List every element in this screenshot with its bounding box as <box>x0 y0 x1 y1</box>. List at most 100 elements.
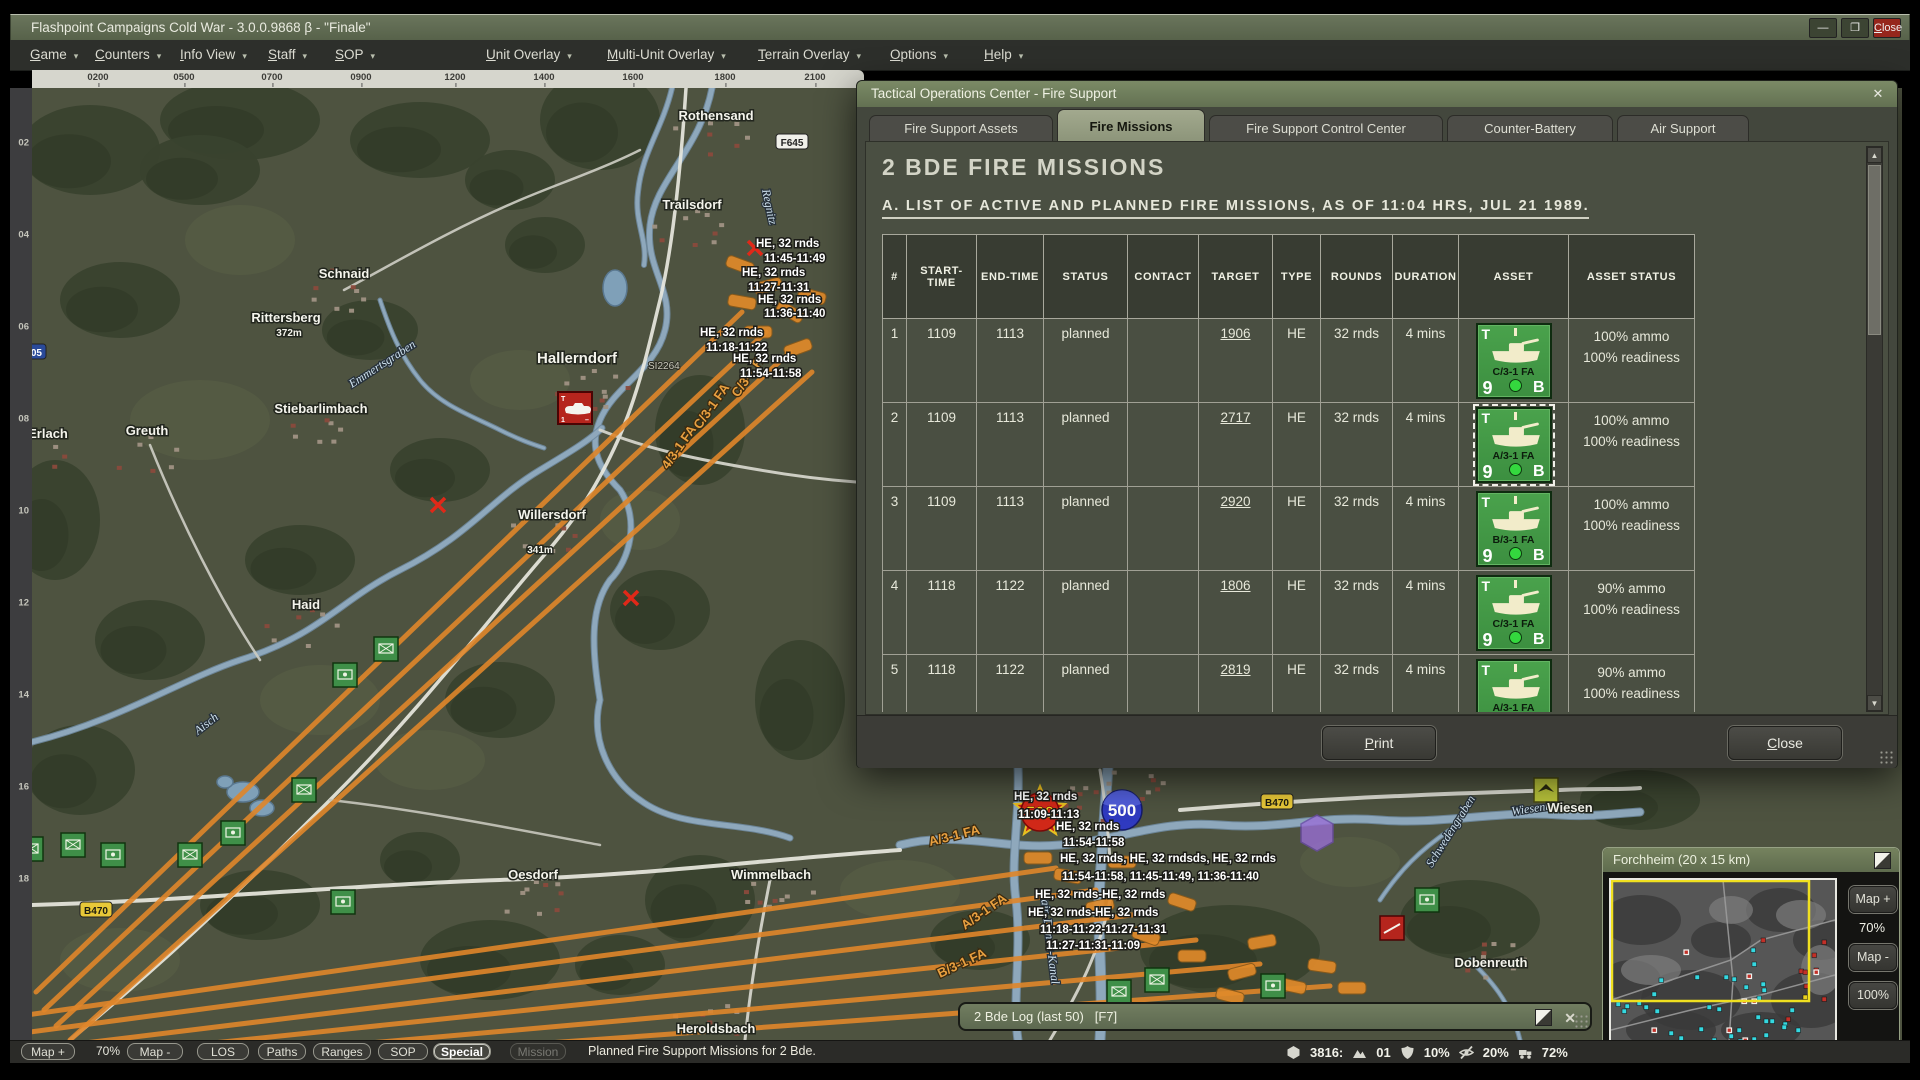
menu-unit-overlay[interactable]: Unit Overlay▾ <box>486 40 572 70</box>
place-label: Erlach <box>32 426 68 441</box>
asset-counter[interactable]: TA/3-1 FA9B <box>1476 407 1552 483</box>
menu-game[interactable]: Game▾ <box>30 40 78 70</box>
asset-counter[interactable]: TB/3-1 FA9B <box>1476 491 1552 567</box>
log-collapse-icon[interactable] <box>1535 1009 1552 1026</box>
asset-counter[interactable]: TC/3-1 FA9B <box>1476 575 1552 651</box>
asset-cell[interactable]: TC/3-1 FA9B <box>1459 571 1569 655</box>
dialog-titlebar[interactable]: Tactical Operations Center - Fire Suppor… <box>857 81 1897 107</box>
buildings <box>708 152 713 156</box>
sb-button-map-+[interactable]: Map + <box>21 1043 75 1060</box>
buildings <box>361 297 366 301</box>
minimize-button[interactable]: — <box>1809 18 1837 38</box>
bde-log-bar[interactable]: 2 Bde Log (last 50) [F7] ✕ <box>958 1002 1592 1031</box>
friendly-unit-counter[interactable] <box>331 890 355 914</box>
menu-terrain-overlay[interactable]: Terrain Overlay▾ <box>758 40 861 70</box>
truck-icon <box>1518 1045 1533 1060</box>
sb-button-sop[interactable]: SOP <box>378 1043 428 1060</box>
friendly-unit-counter[interactable] <box>292 778 316 802</box>
sb-button-special[interactable]: Special <box>433 1043 491 1060</box>
target-link[interactable]: 2717 <box>1220 410 1250 425</box>
minimap-zoom-out-button[interactable]: Map - <box>1849 944 1897 971</box>
road-sign-label: B470 <box>84 906 108 917</box>
mm-unit-dot <box>1622 1009 1627 1014</box>
friendly-unit-counter[interactable] <box>61 833 85 857</box>
tab-counter-battery[interactable]: Counter-Battery <box>1447 115 1613 141</box>
minimap-map[interactable] <box>1609 878 1837 1044</box>
buildings <box>150 469 155 473</box>
friendly-unit-counter[interactable] <box>32 837 43 861</box>
mission-row[interactable]: 311091113planned2920HE32 rnds4 minsTB/3-… <box>883 487 1695 571</box>
buildings <box>524 887 529 891</box>
resize-grip[interactable] <box>1879 750 1893 764</box>
ammo-type: HE <box>1273 655 1321 713</box>
maximize-button[interactable]: ❐ <box>1841 18 1869 38</box>
dialog-close-icon[interactable]: ✕ <box>1869 85 1887 103</box>
friendly-unit-counter[interactable] <box>374 637 398 661</box>
buildings <box>265 624 270 628</box>
close-button[interactable]: Close <box>1873 18 1901 38</box>
friendly-unit-counter[interactable] <box>1145 968 1169 992</box>
minimap-header[interactable]: Forchheim (20 x 15 km) <box>1603 848 1899 872</box>
asset-counter[interactable]: TA/3-1 FA9B <box>1476 659 1552 712</box>
friendly-unit-counter[interactable] <box>1261 974 1285 998</box>
menu-staff[interactable]: Staff▾ <box>268 40 307 70</box>
minimap-zoom-100-button[interactable]: 100% <box>1849 982 1897 1009</box>
friendly-unit-counter[interactable] <box>221 821 245 845</box>
sb-button-los[interactable]: LOS <box>197 1043 249 1060</box>
mission-row[interactable]: 511181122planned2819HE32 rnds4 minsTA/3-… <box>883 655 1695 713</box>
mission-status: planned <box>1044 487 1128 571</box>
mission-row[interactable]: 211091113planned2717HE32 rnds4 minsTA/3-… <box>883 403 1695 487</box>
forest <box>1407 906 1491 954</box>
minimap-zoom-in-button[interactable]: Map + <box>1849 886 1897 913</box>
enemy-unit-counter[interactable] <box>1380 916 1404 940</box>
friendly-unit-counter[interactable] <box>178 843 202 867</box>
target-link[interactable]: 1806 <box>1220 578 1250 593</box>
print-button[interactable]: Print <box>1322 726 1436 760</box>
mission-status: planned <box>1044 571 1128 655</box>
asset-status: 100% ammo100% readiness <box>1569 487 1695 571</box>
asset-cell[interactable]: TA/3-1 FA9B <box>1459 403 1569 487</box>
friendly-unit-counter[interactable] <box>333 663 357 687</box>
friendly-unit-counter[interactable] <box>1415 888 1439 912</box>
asset-cell[interactable]: TA/3-1 FA9B <box>1459 655 1569 713</box>
tab-fire-support-assets[interactable]: Fire Support Assets <box>869 115 1053 141</box>
sb-button-map--[interactable]: Map - <box>127 1043 183 1060</box>
buildings <box>773 899 778 903</box>
target-link[interactable]: 2920 <box>1220 494 1250 509</box>
mission-row[interactable]: 411181122planned1806HE32 rnds4 minsTC/3-… <box>883 571 1695 655</box>
table-scrollbar[interactable]: ▲ ▼ <box>1866 146 1883 712</box>
counter-unit-label: A/3-1 FA <box>1478 450 1550 462</box>
asset-cell[interactable]: TB/3-1 FA9B <box>1459 487 1569 571</box>
target-link[interactable]: 1906 <box>1220 326 1250 341</box>
scroll-down-icon[interactable]: ▼ <box>1867 695 1882 711</box>
menu-options[interactable]: Options▾ <box>890 40 948 70</box>
menu-help[interactable]: Help▾ <box>984 40 1023 70</box>
sb-button-ranges[interactable]: Ranges <box>313 1043 371 1060</box>
close-button[interactable]: Close <box>1728 726 1842 760</box>
tab-fire-missions[interactable]: Fire Missions <box>1057 109 1205 141</box>
place-label: Trailsdorf <box>662 197 722 212</box>
scroll-up-icon[interactable]: ▲ <box>1867 147 1882 163</box>
log-resize-grip[interactable] <box>1574 1014 1588 1028</box>
menu-info-view[interactable]: Info View▾ <box>180 40 247 70</box>
sb-button-paths[interactable]: Paths <box>258 1043 306 1060</box>
fire-annotation: HE, 32 rnds <box>758 294 821 306</box>
menu-multi-unit-overlay[interactable]: Multi-Unit Overlay▾ <box>607 40 726 70</box>
minimap-canvas[interactable] <box>1611 880 1835 1042</box>
menu-sop[interactable]: SOP▾ <box>335 40 375 70</box>
col-header: # <box>883 235 907 319</box>
friendly-unit-counter[interactable] <box>101 843 125 867</box>
tab-fire-support-control-center[interactable]: Fire Support Control Center <box>1209 115 1443 141</box>
menu-counters[interactable]: Counters▾ <box>95 40 161 70</box>
minimap-collapse-icon[interactable] <box>1874 852 1891 869</box>
enemy-unit-counter[interactable]: T1– <box>558 392 592 424</box>
tab-air-support[interactable]: Air Support <box>1617 115 1749 141</box>
friendly-unit-counter[interactable] <box>1107 980 1131 1004</box>
asset-counter[interactable]: TC/3-1 FA9B <box>1476 323 1552 399</box>
buildings <box>511 523 516 527</box>
mission-row[interactable]: 111091113planned1906HE32 rnds4 minsTC/3-… <box>883 319 1695 403</box>
scrollbar-thumb[interactable] <box>1868 165 1881 335</box>
asset-cell[interactable]: TC/3-1 FA9B <box>1459 319 1569 403</box>
target-link[interactable]: 2819 <box>1220 662 1250 677</box>
window-title: Flashpoint Campaigns Cold War - 3.0.0.98… <box>31 20 371 35</box>
